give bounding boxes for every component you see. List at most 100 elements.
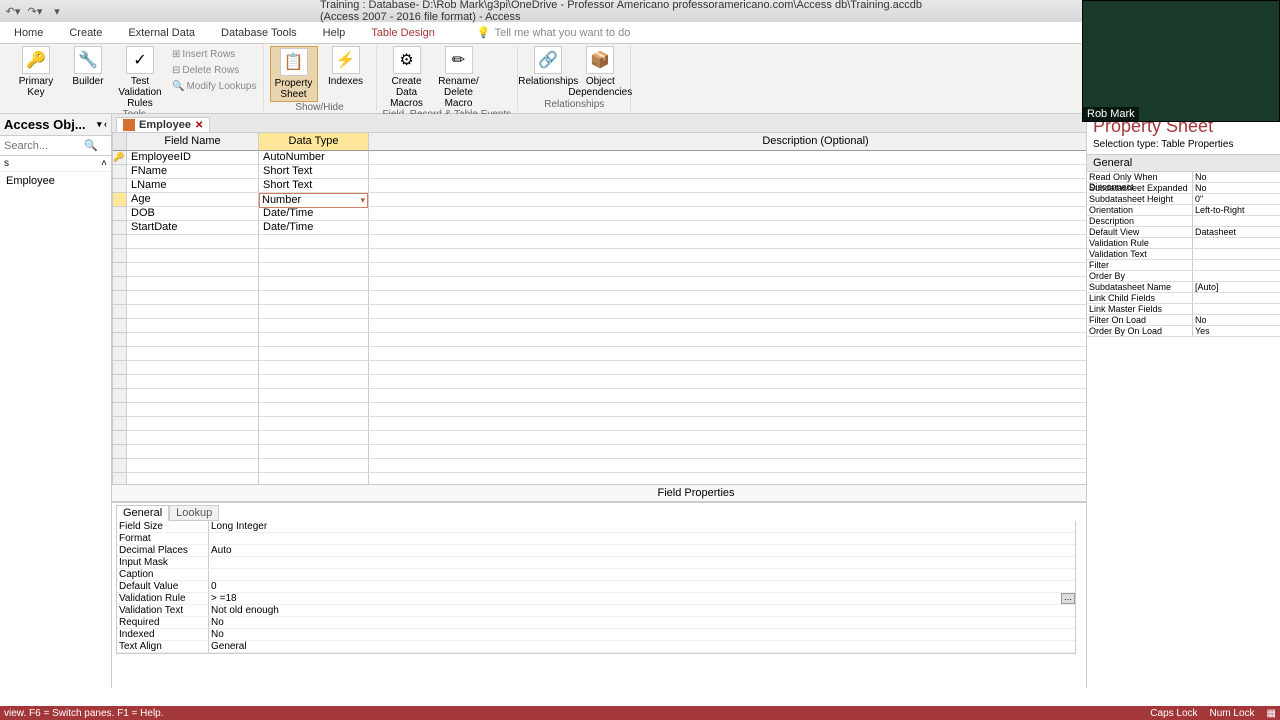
field-name-cell[interactable]: FName bbox=[127, 165, 259, 179]
property-value[interactable] bbox=[209, 569, 1075, 581]
fp-tab-general[interactable]: General bbox=[116, 505, 169, 521]
row-selector[interactable] bbox=[113, 347, 127, 361]
row-selector[interactable] bbox=[113, 333, 127, 347]
object-dependencies-button[interactable]: 📦 Object Dependencies bbox=[576, 46, 624, 98]
tab-table-design[interactable]: Table Design bbox=[367, 25, 439, 41]
field-name-cell[interactable] bbox=[127, 361, 259, 375]
property-value[interactable]: No bbox=[209, 629, 1075, 641]
data-type-cell[interactable] bbox=[259, 333, 369, 347]
tab-create[interactable]: Create bbox=[65, 25, 106, 41]
property-value[interactable] bbox=[1193, 260, 1280, 271]
property-value[interactable]: No bbox=[1193, 183, 1280, 194]
field-name-cell[interactable] bbox=[127, 445, 259, 459]
data-type-cell[interactable]: Date/Time bbox=[259, 221, 369, 235]
property-value[interactable] bbox=[209, 557, 1075, 569]
data-type-cell[interactable]: Number▾ bbox=[259, 193, 369, 207]
field-name-cell[interactable]: EmployeeID bbox=[127, 151, 259, 165]
data-type-cell[interactable] bbox=[259, 417, 369, 431]
row-selector-header[interactable] bbox=[113, 133, 127, 151]
test-validation-button[interactable]: ✓ Test Validation Rules bbox=[116, 46, 164, 109]
row-selector[interactable] bbox=[113, 235, 127, 249]
row-selector[interactable] bbox=[113, 179, 127, 193]
property-value[interactable]: General bbox=[209, 641, 1075, 653]
nav-group[interactable]: s ˄ bbox=[0, 156, 111, 172]
field-name-cell[interactable] bbox=[127, 431, 259, 445]
data-type-cell[interactable] bbox=[259, 403, 369, 417]
field-name-cell[interactable] bbox=[127, 319, 259, 333]
data-type-cell[interactable] bbox=[259, 305, 369, 319]
row-selector[interactable] bbox=[113, 193, 127, 207]
row-selector[interactable] bbox=[113, 417, 127, 431]
property-value[interactable]: > =18⋯ bbox=[209, 593, 1075, 605]
nav-item-employee[interactable]: Employee bbox=[0, 172, 111, 190]
field-name-cell[interactable] bbox=[127, 347, 259, 361]
data-type-cell[interactable]: Short Text bbox=[259, 179, 369, 193]
field-name-cell[interactable] bbox=[127, 389, 259, 403]
property-value[interactable]: Auto bbox=[209, 545, 1075, 557]
row-selector[interactable] bbox=[113, 291, 127, 305]
property-value[interactable] bbox=[1193, 304, 1280, 315]
property-value[interactable]: Not old enough bbox=[209, 605, 1075, 617]
nav-search-input[interactable] bbox=[4, 140, 84, 152]
field-name-cell[interactable] bbox=[127, 291, 259, 305]
field-name-cell[interactable]: StartDate bbox=[127, 221, 259, 235]
view-switcher-icon[interactable]: ▦ bbox=[1267, 708, 1276, 719]
property-value[interactable]: [Auto] bbox=[1193, 282, 1280, 293]
field-name-cell[interactable] bbox=[127, 263, 259, 277]
field-name-cell[interactable]: DOB bbox=[127, 207, 259, 221]
row-selector[interactable] bbox=[113, 207, 127, 221]
tell-me-search[interactable]: 💡 Tell me what you want to do bbox=[477, 26, 630, 39]
field-name-cell[interactable] bbox=[127, 249, 259, 263]
field-name-cell[interactable] bbox=[127, 417, 259, 431]
row-selector[interactable] bbox=[113, 473, 127, 485]
data-type-cell[interactable] bbox=[259, 375, 369, 389]
property-value[interactable]: No bbox=[1193, 315, 1280, 326]
data-type-cell[interactable] bbox=[259, 445, 369, 459]
row-selector[interactable] bbox=[113, 445, 127, 459]
row-selector[interactable] bbox=[113, 277, 127, 291]
row-selector[interactable] bbox=[113, 403, 127, 417]
property-sheet-button[interactable]: 📋 Property Sheet bbox=[270, 46, 318, 102]
search-icon[interactable]: 🔍 bbox=[84, 139, 98, 152]
row-selector[interactable] bbox=[113, 459, 127, 473]
data-type-cell[interactable] bbox=[259, 389, 369, 403]
data-type-dropdown[interactable]: Number▾ bbox=[259, 193, 368, 208]
nav-header[interactable]: Access Obj... ▾ ‹ bbox=[0, 114, 111, 136]
data-type-cell[interactable] bbox=[259, 473, 369, 485]
field-name-cell[interactable] bbox=[127, 305, 259, 319]
relationships-button[interactable]: 🔗 Relationships bbox=[524, 46, 572, 87]
field-name-cell[interactable]: LName bbox=[127, 179, 259, 193]
row-selector[interactable] bbox=[113, 361, 127, 375]
data-type-cell[interactable] bbox=[259, 277, 369, 291]
tab-external-data[interactable]: External Data bbox=[124, 25, 199, 41]
data-type-cell[interactable]: Short Text bbox=[259, 165, 369, 179]
row-selector[interactable]: 🔑 bbox=[113, 151, 127, 165]
property-value[interactable]: 0 bbox=[209, 581, 1075, 593]
field-name-cell[interactable] bbox=[127, 235, 259, 249]
data-type-cell[interactable] bbox=[259, 431, 369, 445]
data-type-header[interactable]: Data Type bbox=[259, 133, 369, 151]
property-value[interactable]: Datasheet bbox=[1193, 227, 1280, 238]
field-name-cell[interactable] bbox=[127, 459, 259, 473]
property-value[interactable] bbox=[1193, 238, 1280, 249]
data-type-cell[interactable] bbox=[259, 235, 369, 249]
data-type-cell[interactable]: Date/Time bbox=[259, 207, 369, 221]
property-value[interactable]: No bbox=[1193, 172, 1280, 183]
close-tab-button[interactable]: ✕ bbox=[195, 120, 203, 131]
property-value[interactable]: Left-to-Right bbox=[1193, 205, 1280, 216]
field-name-cell[interactable] bbox=[127, 333, 259, 347]
redo-button[interactable]: ↷▾ bbox=[26, 2, 44, 20]
property-value[interactable]: 0" bbox=[1193, 194, 1280, 205]
data-type-cell[interactable] bbox=[259, 319, 369, 333]
data-type-cell[interactable]: AutoNumber bbox=[259, 151, 369, 165]
tab-home[interactable]: Home bbox=[10, 25, 47, 41]
property-value[interactable] bbox=[1193, 293, 1280, 304]
data-type-cell[interactable] bbox=[259, 361, 369, 375]
field-name-cell[interactable] bbox=[127, 403, 259, 417]
tab-help[interactable]: Help bbox=[319, 25, 350, 41]
property-value[interactable] bbox=[1193, 216, 1280, 227]
row-selector[interactable] bbox=[113, 305, 127, 319]
undo-button[interactable]: ↶▾ bbox=[4, 2, 22, 20]
property-value[interactable]: Yes bbox=[1193, 326, 1280, 337]
data-type-cell[interactable] bbox=[259, 291, 369, 305]
